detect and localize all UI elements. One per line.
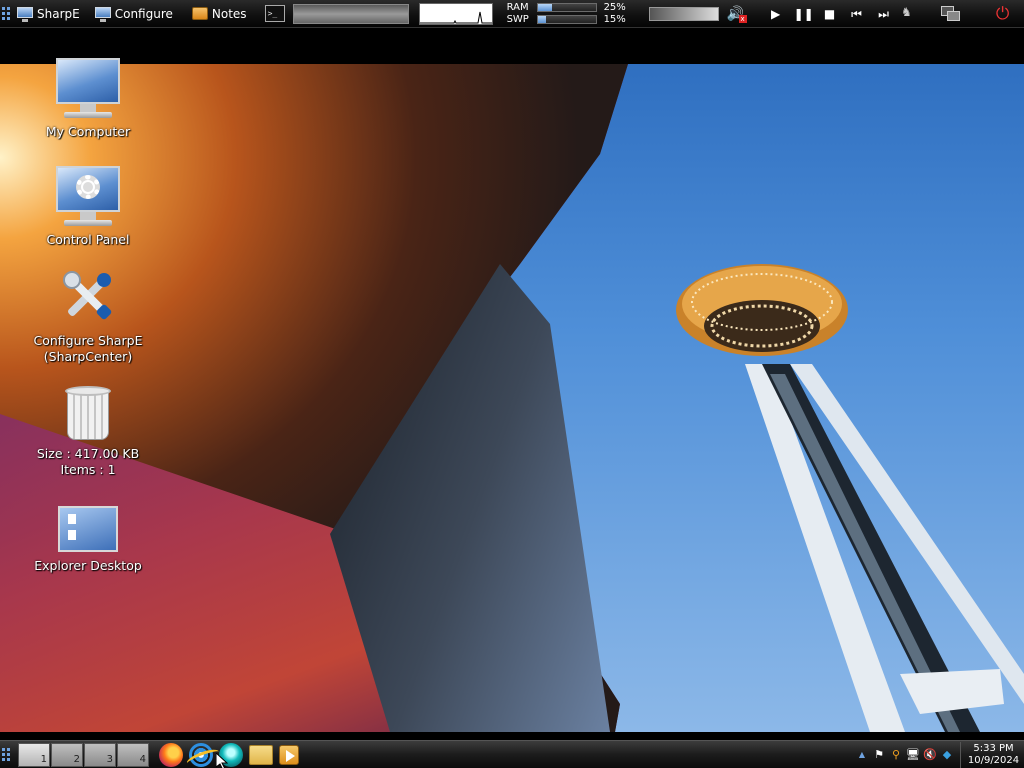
desktop-icon-my-computer[interactable]: My Computer (23, 58, 153, 140)
desktop-page-3[interactable]: 3 (84, 742, 116, 767)
volume-slider[interactable] (648, 6, 719, 21)
volume-muted-icon[interactable]: 🔊 x (727, 6, 747, 23)
media-player-icon[interactable]: ♞ (899, 5, 915, 23)
swp-value: 15% (603, 13, 626, 25)
icon-label: Configure SharpE (33, 333, 143, 348)
monitor-icon (94, 6, 112, 22)
wallpaper-image (0, 64, 1024, 732)
cpu-graph (418, 2, 493, 25)
internet-explorer-icon[interactable] (189, 742, 213, 767)
stop-icon[interactable]: ■ (821, 6, 839, 22)
desktop-icon-control-panel[interactable]: Control Panel (23, 166, 153, 248)
icon-label: Explorer Desktop (34, 558, 142, 573)
media-controls: ▶ ❚❚ ■ ⏮ ⏭ (767, 6, 893, 22)
quick-launch (159, 742, 299, 767)
swp-label: SWP (506, 13, 529, 25)
taskbar-grip-icon[interactable] (2, 745, 12, 765)
network-icon[interactable]: 🖥 (906, 747, 920, 763)
top-bar: SharpE Configure Notes >_ RAM 25% SWP 15… (0, 0, 1024, 28)
desktop-page-4[interactable]: 4 (117, 742, 149, 767)
swp-bar (536, 15, 597, 24)
mouse-cursor-icon (216, 753, 228, 768)
clock-time: 5:33 PM (973, 742, 1014, 754)
ram-label: RAM (506, 1, 529, 13)
desktop-icon-configure-sharpe[interactable]: Configure SharpE (SharpCenter) (23, 268, 153, 365)
clock-date: 10/9/2024 (967, 754, 1020, 766)
folder-icon[interactable] (249, 744, 273, 765)
next-track-icon[interactable]: ⏭ (875, 6, 893, 22)
sharpe-label: SharpE (37, 6, 80, 21)
system-tray: ▲ ⚑ ⚲ 🖥 🔇 ◆ (855, 747, 954, 763)
desktop[interactable]: My Computer Control Panel Configure Shar… (0, 28, 1024, 740)
configure-button[interactable]: Configure (90, 2, 177, 26)
icon-label: Control Panel (46, 232, 130, 247)
desktop-icon-explorer-desktop[interactable]: Explorer Desktop (23, 506, 153, 574)
notes-label: Notes (211, 6, 247, 21)
play-icon[interactable]: ▶ (767, 6, 785, 22)
taskbar: 1 2 3 4 ▲ ⚑ ⚲ 🖥 🔇 ◆ 5:33 PM 10/9/2024 (0, 740, 1024, 768)
tools-icon (63, 271, 112, 320)
flag-icon[interactable]: ⚑ (872, 747, 886, 763)
icon-label: Size : 417.00 KB (36, 446, 140, 461)
terminal-icon[interactable]: >_ (264, 5, 285, 22)
windows-switch-icon[interactable] (940, 5, 961, 22)
ram-bar (536, 3, 597, 12)
trash-icon (63, 384, 113, 442)
computer-icon (56, 58, 120, 120)
configure-label: Configure (114, 6, 173, 21)
media-player-icon[interactable] (279, 744, 299, 765)
virtual-desktop-pager: 1 2 3 4 (18, 742, 149, 767)
explorer-desktop-icon (58, 506, 118, 552)
notes-button[interactable]: Notes (187, 2, 251, 26)
power-icon[interactable]: ⏻ (993, 4, 1013, 24)
tray-expand-icon[interactable]: ▲ (855, 747, 869, 763)
task-slot[interactable] (292, 3, 409, 24)
search-icon[interactable]: ⚲ (889, 747, 903, 763)
clock[interactable]: 5:33 PM 10/9/2024 (960, 741, 1022, 768)
monitor-icon (16, 6, 34, 22)
desktop-page-2[interactable]: 2 (51, 742, 83, 767)
sharpe-tray-icon[interactable]: ◆ (940, 747, 954, 763)
desktop-page-1[interactable]: 1 (18, 742, 50, 767)
icon-label: My Computer (45, 124, 131, 139)
control-panel-icon (56, 166, 120, 228)
icon-label-line-2: Items : 1 (60, 462, 116, 477)
previous-track-icon[interactable]: ⏮ (848, 6, 866, 22)
icon-label-line-2: (SharpCenter) (43, 349, 133, 364)
volume-muted-icon[interactable]: 🔇 (923, 747, 937, 763)
top-grip-icon[interactable] (2, 4, 12, 24)
pause-icon[interactable]: ❚❚ (794, 6, 814, 22)
firefox-icon[interactable] (159, 742, 183, 767)
space-needle-image (676, 264, 1024, 732)
ram-value: 25% (603, 1, 626, 13)
memory-meters: RAM 25% SWP 15% (506, 1, 639, 25)
sharpe-button[interactable]: SharpE (12, 2, 84, 26)
notes-icon (191, 6, 209, 22)
desktop-icon-recycle-bin[interactable]: Size : 417.00 KB Items : 1 (23, 384, 153, 478)
